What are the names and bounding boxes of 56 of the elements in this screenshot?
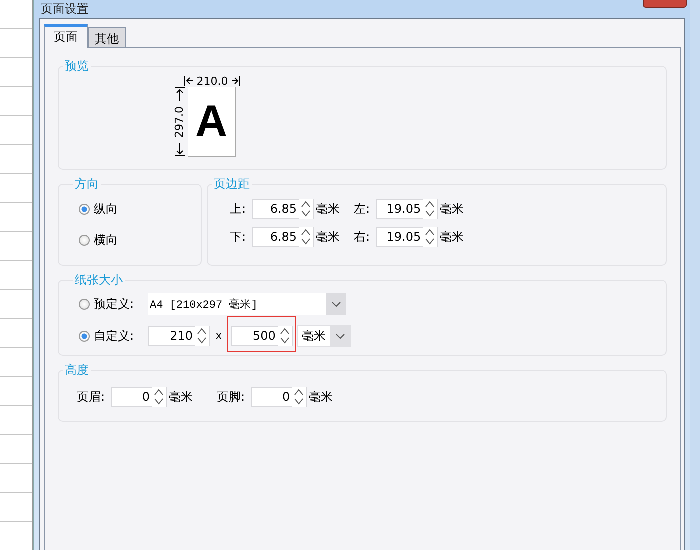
group-title: 高度 bbox=[64, 362, 90, 379]
field-label: 下: bbox=[230, 228, 246, 246]
radio-button[interactable] bbox=[79, 330, 90, 342]
group-title: 预览 bbox=[64, 58, 90, 75]
spin-field[interactable]: 19.05 bbox=[376, 227, 438, 247]
spin-arrows-icon[interactable] bbox=[423, 199, 438, 219]
left-arrow-icon bbox=[184, 76, 194, 86]
radio-label: 自定义: bbox=[94, 328, 136, 344]
radio-button[interactable] bbox=[79, 298, 90, 310]
spin-field[interactable]: 19.05 bbox=[376, 199, 438, 219]
group-title: 纸张大小 bbox=[74, 272, 124, 289]
spin-arrows-icon[interactable] bbox=[152, 387, 166, 407]
field-label: 上: bbox=[230, 200, 246, 218]
field-label: 右: bbox=[354, 228, 370, 246]
spin-field[interactable]: 0 bbox=[111, 387, 168, 407]
paper-size-dropdown[interactable]: A4 [210x297 毫米] bbox=[148, 293, 346, 315]
width-label: 210.0 bbox=[196, 74, 228, 88]
field-label: 页眉: bbox=[77, 388, 106, 406]
spin-arrows-icon[interactable] bbox=[278, 326, 292, 346]
preview-letter: A bbox=[196, 100, 228, 144]
spin-field[interactable]: 500 bbox=[230, 326, 293, 346]
unit-label: 毫米 bbox=[169, 388, 194, 406]
group-title: 页边距 bbox=[213, 176, 251, 193]
field-label: 左: bbox=[354, 200, 370, 218]
times-sign: x bbox=[216, 330, 222, 342]
radio-button[interactable] bbox=[79, 204, 90, 215]
unit-label: 毫米 bbox=[440, 228, 464, 246]
spin-arrows-icon[interactable] bbox=[299, 199, 314, 219]
window-title: 页面设置 bbox=[40, 0, 89, 18]
spin-field[interactable]: 0 bbox=[251, 387, 308, 407]
unit-label: 毫米 bbox=[309, 388, 334, 406]
group-title: 方向 bbox=[74, 176, 100, 193]
tab[interactable]: 页面 bbox=[44, 24, 88, 48]
unit-label: 毫米 bbox=[440, 200, 464, 218]
unit-dropdown[interactable]: 毫米 bbox=[296, 325, 351, 347]
chevron-down-icon bbox=[332, 302, 340, 306]
field-label: 页脚: bbox=[217, 388, 246, 406]
spin-arrows-icon[interactable] bbox=[195, 326, 209, 346]
radio-label: 横向 bbox=[94, 232, 118, 249]
tab[interactable]: 其他 bbox=[88, 27, 126, 47]
spin-arrows-icon[interactable] bbox=[423, 227, 438, 247]
up-arrow-icon bbox=[175, 87, 185, 101]
spin-field[interactable]: 210 bbox=[148, 326, 210, 346]
right-arrow-icon bbox=[231, 76, 241, 86]
chevron-down-icon bbox=[336, 334, 346, 338]
spin-field[interactable]: 6.85 bbox=[252, 199, 314, 219]
spin-arrows-icon[interactable] bbox=[299, 227, 314, 247]
radio-button[interactable] bbox=[79, 235, 90, 246]
radio-label: 纵向 bbox=[94, 201, 118, 218]
unit-label: 毫米 bbox=[316, 228, 340, 246]
spin-arrows-icon[interactable] bbox=[292, 387, 306, 407]
spin-field[interactable]: 6.85 bbox=[252, 227, 314, 247]
down-arrow-icon bbox=[175, 143, 185, 157]
height-label: 297.0 bbox=[174, 105, 186, 140]
unit-label: 毫米 bbox=[316, 200, 340, 218]
radio-label: 预定义: bbox=[94, 296, 136, 312]
